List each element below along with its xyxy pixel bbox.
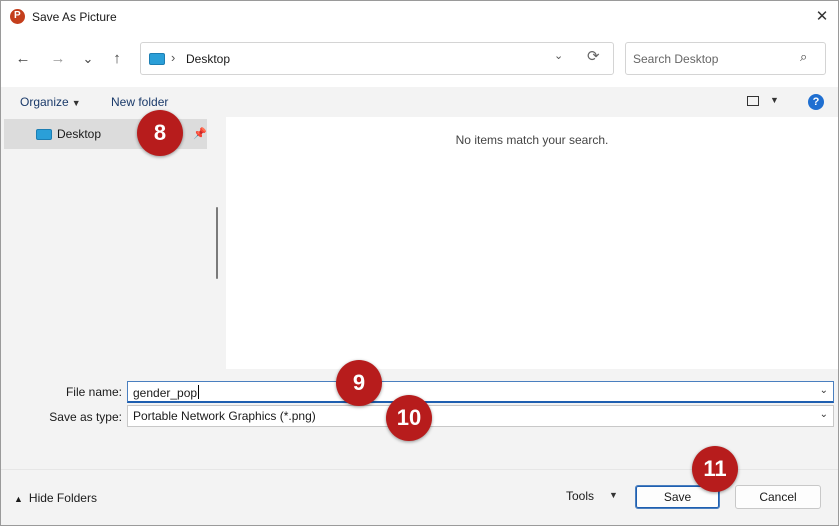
address-dropdown-icon[interactable]: ⌄ (554, 49, 563, 62)
close-icon[interactable]: ✕ (807, 3, 837, 31)
filename-field[interactable]: gender_pop ⌄ (127, 381, 834, 403)
pin-icon[interactable]: 📌 (193, 127, 207, 140)
organize-caret-icon: ▼ (71, 98, 81, 108)
navigation-pane: Desktop 📌 (1, 117, 209, 369)
window-title: Save As Picture (32, 10, 117, 24)
navigation-scrollbar[interactable] (209, 117, 226, 369)
empty-message: No items match your search. (455, 133, 609, 147)
filename-value: gender_pop (133, 386, 198, 400)
forward-arrow-icon[interactable]: → (48, 49, 68, 69)
refresh-icon[interactable]: ⟳ (587, 47, 600, 65)
recent-locations-chevron-icon[interactable]: ⌄ (78, 49, 98, 69)
search-icon[interactable]: ⌕ (800, 49, 807, 65)
tools-button[interactable]: Tools (566, 489, 594, 503)
up-arrow-icon[interactable]: ↑ (107, 49, 127, 69)
organize-label: Organize (20, 95, 69, 109)
filename-input[interactable]: gender_pop (133, 385, 200, 400)
breadcrumb-separator-icon: › (171, 50, 176, 65)
navigation-bar: ← → ⌄ ↑ › Desktop ⌄ ⟳ ⌕ (1, 33, 838, 87)
new-folder-button[interactable]: New folder (111, 95, 168, 109)
savetype-dropdown-icon[interactable]: ⌄ (820, 409, 828, 420)
hide-folders-button[interactable]: ▲ Hide Folders (14, 491, 97, 505)
savetype-select[interactable]: Portable Network Graphics (*.png) ⌄ (127, 405, 834, 427)
cancel-button[interactable]: Cancel (735, 485, 821, 509)
filename-dropdown-icon[interactable]: ⌄ (820, 385, 828, 396)
scrollbar-thumb[interactable] (216, 207, 218, 279)
step-marker-10: 10 (386, 395, 432, 441)
command-toolbar: Organize ▼ New folder ▼ ? (1, 87, 838, 117)
hide-folders-label: Hide Folders (28, 491, 97, 505)
title-bar: Save As Picture ✕ (1, 1, 838, 33)
help-icon[interactable]: ? (808, 94, 824, 110)
view-caret-icon[interactable]: ▼ (770, 95, 779, 105)
desktop-folder-icon (36, 129, 52, 140)
search-input[interactable] (633, 50, 793, 68)
view-options-icon[interactable] (747, 96, 759, 106)
sidebar-item-label: Desktop (57, 127, 102, 141)
file-list[interactable]: No items match your search. (226, 117, 838, 369)
search-box[interactable]: ⌕ (625, 42, 826, 75)
savetype-label: Save as type: (49, 410, 122, 424)
powerpoint-app-icon (10, 9, 25, 24)
step-marker-11: 11 (692, 446, 738, 492)
tools-caret-icon[interactable]: ▼ (609, 490, 618, 500)
chevron-up-icon: ▲ (14, 494, 23, 504)
step-marker-8: 8 (137, 110, 183, 156)
desktop-folder-icon (149, 53, 165, 65)
step-marker-9: 9 (336, 360, 382, 406)
organize-button[interactable]: Organize ▼ (20, 95, 81, 109)
breadcrumb-desktop[interactable]: Desktop (186, 52, 230, 66)
text-cursor (198, 385, 200, 399)
savetype-value: Portable Network Graphics (*.png) (133, 409, 316, 423)
filename-label: File name: (65, 385, 122, 399)
back-arrow-icon[interactable]: ← (13, 49, 33, 69)
address-bar[interactable]: › Desktop ⌄ ⟳ (140, 42, 614, 75)
